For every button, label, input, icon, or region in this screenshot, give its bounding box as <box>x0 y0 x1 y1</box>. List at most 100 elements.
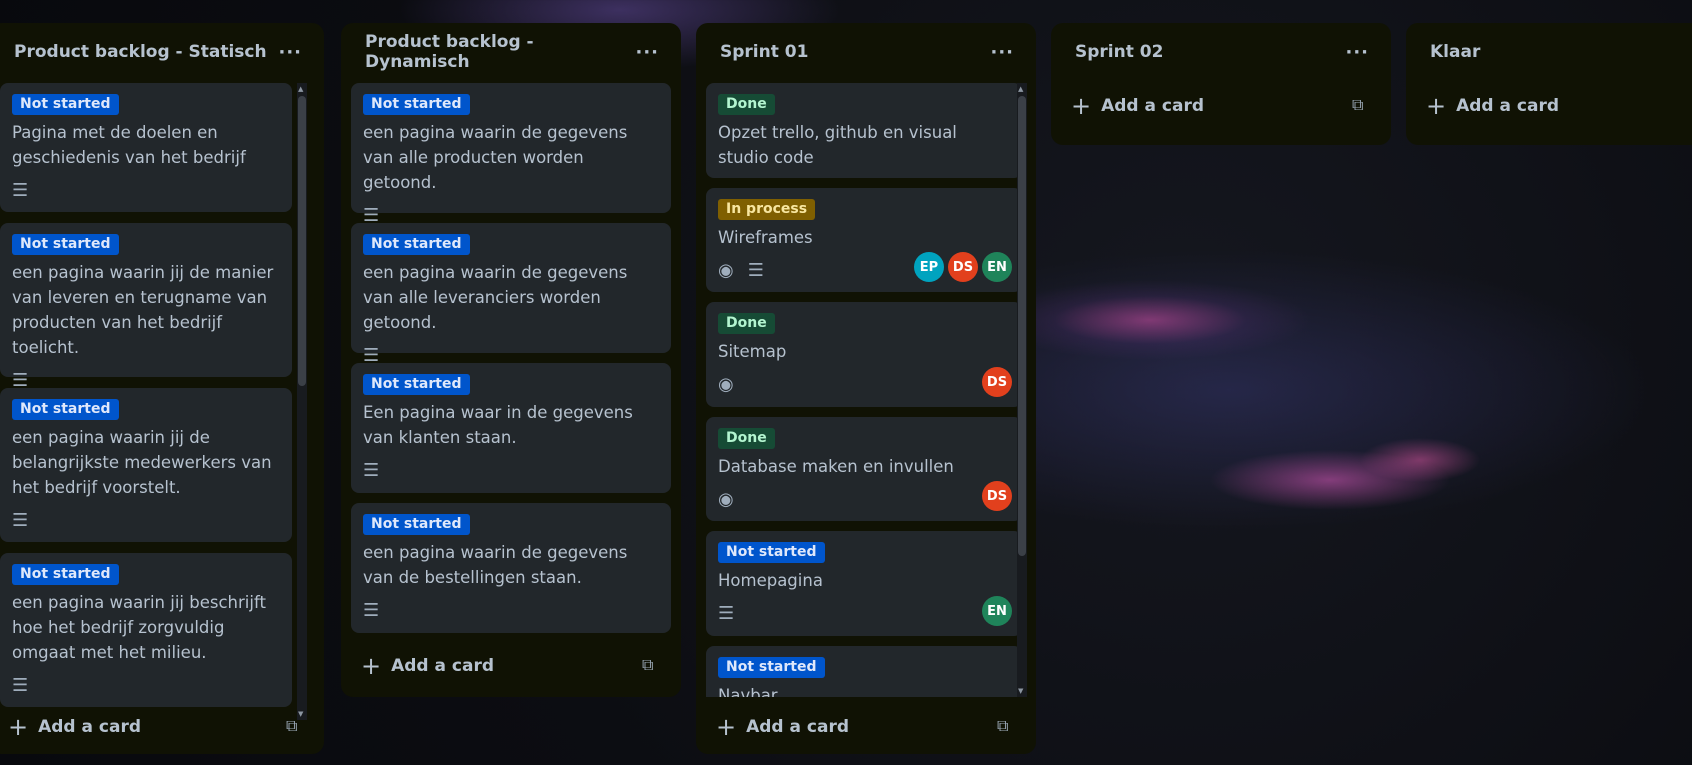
status-label: Done <box>718 313 775 334</box>
card-members: EN <box>982 596 1012 626</box>
status-label: Done <box>718 428 775 449</box>
add-card-label: Add a card <box>391 656 495 676</box>
list-product-backlog-statisch: Product backlog - Statisch ··· Not start… <box>0 23 324 754</box>
list-header[interactable]: Klaar <box>1406 23 1692 81</box>
more-icon[interactable]: ··· <box>272 38 308 67</box>
avatar[interactable]: EN <box>982 596 1012 626</box>
card[interactable]: Not started een pagina waarin de gegeven… <box>351 83 671 225</box>
add-card-button[interactable]: + Add a card <box>8 713 141 741</box>
status-label: Not started <box>718 657 825 678</box>
template-icon[interactable]: ⧉ <box>1352 95 1363 115</box>
status-label: Not started <box>363 374 470 395</box>
description-icon: ☰ <box>363 460 380 481</box>
card-title: Pagina met de doelen en geschiedenis van… <box>12 123 246 167</box>
card-badges: ☰ <box>363 456 659 486</box>
add-card-button[interactable]: + Add a card <box>1426 92 1559 120</box>
status-label: Not started <box>718 542 825 563</box>
description-icon: ☰ <box>363 600 380 621</box>
description-icon: ☰ <box>747 260 764 281</box>
scroll-thumb[interactable] <box>298 96 306 386</box>
card-list: Not started een pagina waarin de gegeven… <box>351 83 671 656</box>
add-card-button[interactable]: + Add a card <box>1071 92 1204 120</box>
list-header[interactable]: Product backlog - Statisch ··· <box>0 23 324 81</box>
card[interactable]: Not started een pagina waarin de gegeven… <box>351 503 671 633</box>
list-header[interactable]: Sprint 01 ··· <box>696 23 1036 81</box>
avatar[interactable]: DS <box>982 367 1012 397</box>
avatar[interactable]: EN <box>982 252 1012 282</box>
card[interactable]: Not started Een pagina waar in de gegeve… <box>351 363 671 493</box>
more-icon[interactable]: ··· <box>629 38 665 67</box>
card[interactable]: Not started Navbar <box>706 646 1022 697</box>
watch-icon: ◉ <box>718 489 734 510</box>
scrollbar[interactable]: ▲ ▼ <box>297 83 307 720</box>
card[interactable]: Not started een pagina waarin jij de man… <box>0 223 292 390</box>
watch-icon: ◉ <box>718 374 734 395</box>
more-icon[interactable]: ··· <box>1339 38 1375 67</box>
scroll-down-icon[interactable]: ▼ <box>1018 687 1023 695</box>
status-label: Done <box>718 94 775 115</box>
card[interactable]: Not started Pagina met de doelen en gesc… <box>0 83 292 212</box>
status-label: Not started <box>363 514 470 535</box>
list-sprint-01: Sprint 01 ··· Done Opzet trello, github … <box>696 23 1036 754</box>
scroll-up-icon[interactable]: ▲ <box>298 85 303 93</box>
add-card-button[interactable]: + Add a card <box>361 652 494 680</box>
card-badges: ☰ <box>12 176 280 206</box>
card[interactable]: Not started een pagina waarin de gegeven… <box>351 223 671 365</box>
list-title[interactable]: Klaar <box>1430 42 1480 62</box>
card-members: EP DS EN <box>914 252 1012 282</box>
scrollbar[interactable]: ▲ ▼ <box>1017 83 1027 697</box>
card-badges: ☰ <box>363 596 659 626</box>
card[interactable]: Done Database maken en invullen ◉ DS <box>706 417 1022 521</box>
card[interactable]: Not started een pagina waarin jij beschr… <box>0 553 292 707</box>
template-icon[interactable]: ⧉ <box>642 655 653 675</box>
status-label: Not started <box>12 564 119 585</box>
card-title: Homepagina <box>718 571 823 590</box>
watch-icon: ◉ <box>718 260 734 281</box>
card-title: een pagina waarin de gegevens van de bes… <box>363 543 628 587</box>
list-title[interactable]: Sprint 01 <box>720 42 808 62</box>
plus-icon: + <box>1071 92 1092 120</box>
list-sprint-02: Sprint 02 ··· + Add a card ⧉ <box>1051 23 1391 145</box>
card[interactable]: Not started een pagina waarin jij de bel… <box>0 388 292 542</box>
scroll-up-icon[interactable]: ▲ <box>1018 85 1023 93</box>
list-header[interactable]: Product backlog - Dynamisch ··· <box>341 23 681 81</box>
card-title: een pagina waarin jij de manier van leve… <box>12 263 274 357</box>
scroll-thumb[interactable] <box>1018 96 1026 556</box>
add-card-label: Add a card <box>746 717 850 737</box>
card-title: Een pagina waar in de gegevens van klant… <box>363 403 633 447</box>
add-card-button[interactable]: + Add a card <box>716 713 849 741</box>
card-title: een pagina waarin jij beschrijft hoe het… <box>12 593 266 662</box>
list-title[interactable]: Sprint 02 <box>1075 42 1163 62</box>
template-icon[interactable]: ⧉ <box>997 716 1008 736</box>
card[interactable]: Done Opzet trello, github en visual stud… <box>706 83 1022 178</box>
card-title: Wireframes <box>718 228 813 247</box>
card-badges: ☰ <box>12 671 280 701</box>
scroll-down-icon[interactable]: ▼ <box>298 710 303 718</box>
list-header[interactable]: Sprint 02 ··· <box>1051 23 1391 81</box>
avatar[interactable]: EP <box>914 252 944 282</box>
card[interactable]: Not started Homepagina ☰ EN <box>706 531 1022 636</box>
avatar[interactable]: DS <box>982 481 1012 511</box>
card-badges: ☰ <box>12 506 280 536</box>
status-label: Not started <box>12 94 119 115</box>
status-label: Not started <box>363 234 470 255</box>
list-title[interactable]: Product backlog - Dynamisch <box>365 32 629 72</box>
card-badges: ☰ <box>718 599 1010 629</box>
card-title: een pagina waarin jij de belangrijkste m… <box>12 428 272 497</box>
add-card-label: Add a card <box>1456 96 1560 116</box>
description-icon: ☰ <box>12 675 29 696</box>
list-title[interactable]: Product backlog - Statisch <box>14 42 267 62</box>
status-label: Not started <box>12 234 119 255</box>
more-icon[interactable]: ··· <box>984 38 1020 67</box>
card-title: Navbar <box>718 686 778 697</box>
card-badges: ◉ <box>718 370 1010 400</box>
list-klaar: Klaar + Add a card <box>1406 23 1692 145</box>
card[interactable]: Done Sitemap ◉ DS <box>706 302 1022 407</box>
avatar[interactable]: DS <box>948 252 978 282</box>
card[interactable]: In process Wireframes ◉ ☰ EP DS EN <box>706 188 1022 292</box>
status-label: Not started <box>363 94 470 115</box>
template-icon[interactable]: ⧉ <box>286 716 297 736</box>
card-members: DS <box>982 367 1012 397</box>
list-product-backlog-dynamisch: Product backlog - Dynamisch ··· Not star… <box>341 23 681 697</box>
card-title: Database maken en invullen <box>718 457 954 476</box>
